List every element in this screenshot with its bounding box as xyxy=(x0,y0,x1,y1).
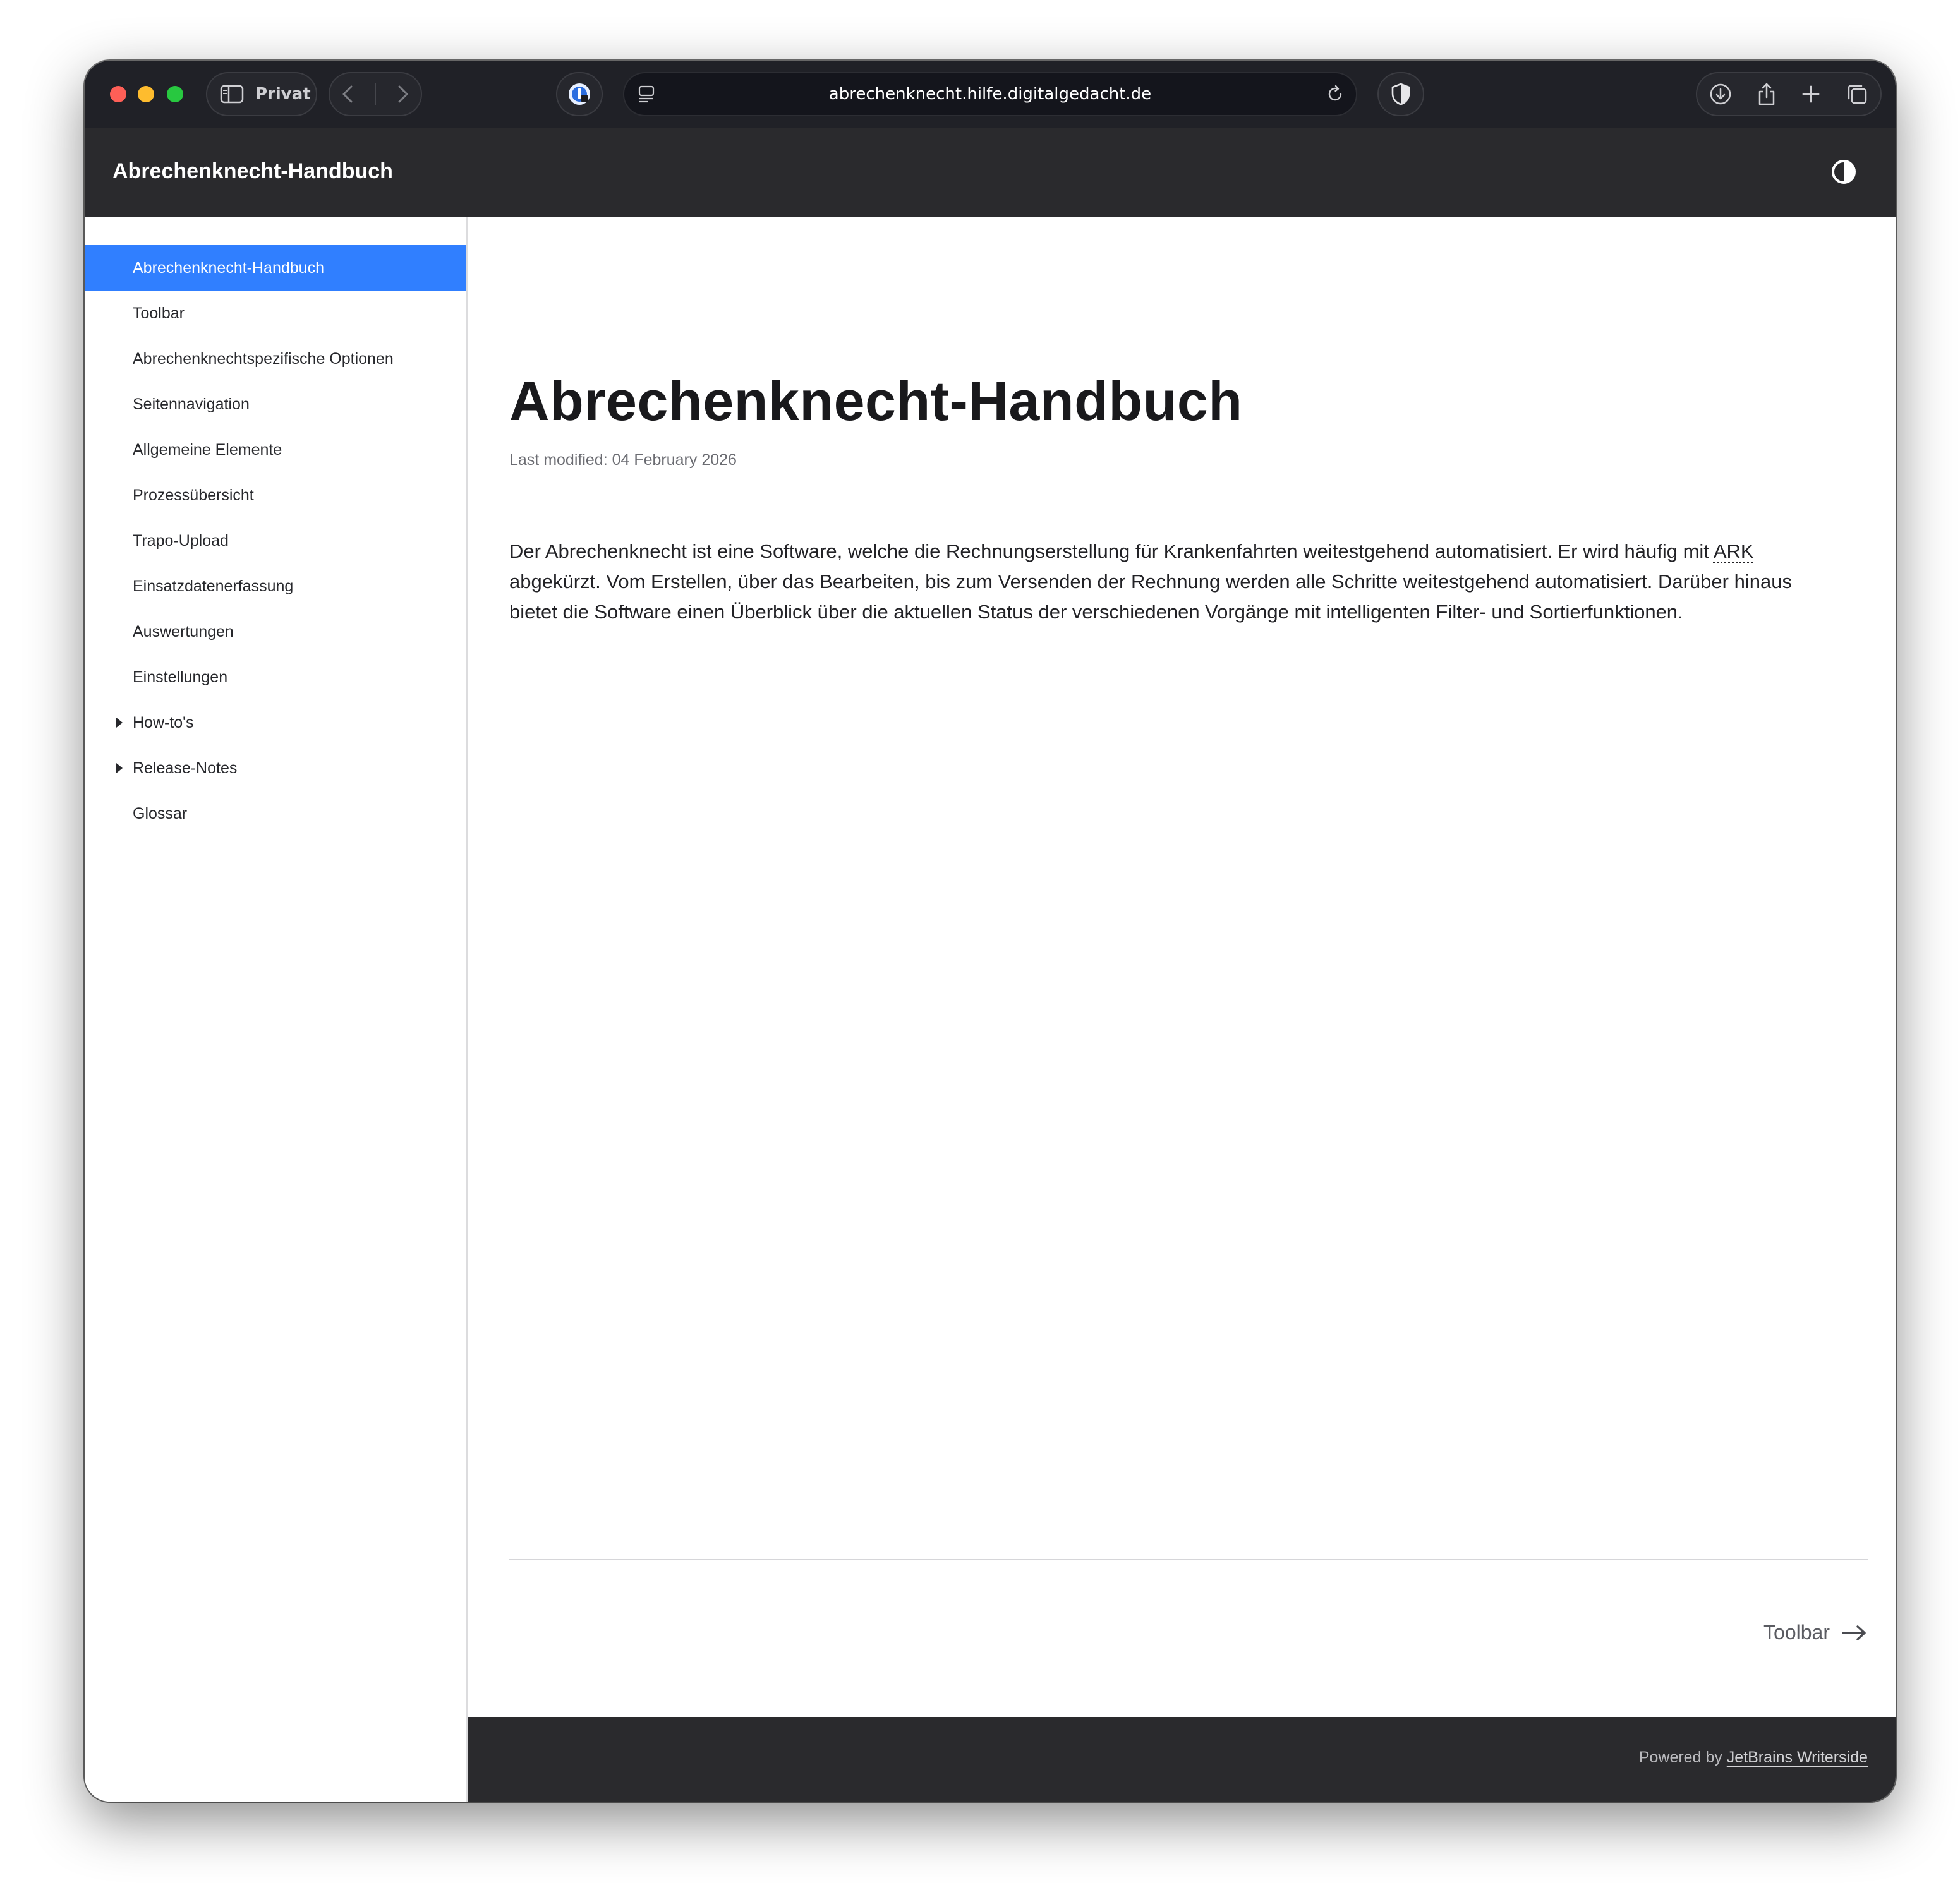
main-content: Abrechenknecht-Handbuch Last modified: 0… xyxy=(468,217,1896,1717)
sidebar-nav: Abrechenknecht-Handbuch Toolbar Abrechen… xyxy=(85,217,468,1802)
sidebar-item-label: Abrechenknecht-Handbuch xyxy=(133,259,324,277)
sidebar-item-glossar[interactable]: Glossar xyxy=(85,791,466,836)
powered-by: Powered by JetBrains Writerside xyxy=(1639,1749,1868,1767)
sidebar-item-label: Allgemeine Elemente xyxy=(133,441,282,459)
expand-caret-icon[interactable] xyxy=(116,763,123,773)
intro-text-2: abgekürzt. Vom Erstellen, über das Bearb… xyxy=(509,570,1792,623)
sidebar-item-label: Auswertungen xyxy=(133,623,234,641)
new-tab-icon[interactable] xyxy=(1800,83,1822,105)
sidebar-icon xyxy=(220,85,244,104)
zoom-window-button[interactable] xyxy=(167,86,183,102)
close-window-button[interactable] xyxy=(110,86,126,102)
forward-icon[interactable] xyxy=(396,84,411,104)
sidebar-item-einstellungen[interactable]: Einstellungen xyxy=(85,654,466,700)
browser-toolbar: Privat abrechenknecht.hilfe.digitalgedac… xyxy=(85,61,1896,128)
site-footer: Powered by JetBrains Writerside xyxy=(468,1717,1896,1802)
sidebar-item-label: Seitennavigation xyxy=(133,395,250,413)
powered-by-prefix: Powered by xyxy=(1638,1749,1727,1766)
sidebar-item-toolbar[interactable]: Toolbar xyxy=(85,291,466,336)
sidebar-item-release-notes[interactable]: Release-Notes xyxy=(85,745,466,791)
download-icon[interactable] xyxy=(1709,82,1733,106)
sidebar-item-trapo-upload[interactable]: Trapo-Upload xyxy=(85,518,466,563)
sidebar-item-label: Einstellungen xyxy=(133,668,228,686)
expand-caret-icon[interactable] xyxy=(116,718,123,728)
content-divider xyxy=(509,1559,1868,1560)
address-bar[interactable]: abrechenknecht.hilfe.digitalgedacht.de xyxy=(623,72,1357,116)
sidebar-item-label: Einsatzdatenerfassung xyxy=(133,577,294,595)
sidebar-item-label: Release-Notes xyxy=(133,759,238,777)
site-header: Abrechenknecht-Handbuch xyxy=(85,128,1896,217)
writerside-link[interactable]: JetBrains Writerside xyxy=(1727,1749,1868,1766)
ark-abbreviation[interactable]: ARK xyxy=(1714,540,1754,562)
site-title-link[interactable]: Abrechenknecht-Handbuch xyxy=(112,159,393,184)
share-icon[interactable] xyxy=(1756,81,1777,107)
sidebar-item-abrechenknechtspezifische-optionen[interactable]: Abrechenknechtspezifische Optionen xyxy=(85,336,466,382)
shield-icon xyxy=(1391,83,1410,105)
sidebar-toggle-button[interactable]: Privat xyxy=(206,72,317,116)
arrow-right-icon xyxy=(1842,1625,1866,1640)
sidebar-item-label: Abrechenknechtspezifische Optionen xyxy=(133,350,394,368)
intro-text-1: Der Abrechenknecht ist eine Software, we… xyxy=(509,540,1714,562)
password-extension-button[interactable] xyxy=(556,72,603,116)
back-icon[interactable] xyxy=(340,84,355,104)
minimize-window-button[interactable] xyxy=(138,86,154,102)
sidebar-item-auswertungen[interactable]: Auswertungen xyxy=(85,609,466,654)
sidebar-item-seitennavigation[interactable]: Seitennavigation xyxy=(85,382,466,427)
navigation-buttons xyxy=(329,72,422,116)
password-manager-icon xyxy=(569,83,590,105)
page-title: Abrechenknecht-Handbuch xyxy=(509,370,1243,432)
sidebar-item-label: Prozessübersicht xyxy=(133,486,254,504)
browser-tools xyxy=(1696,72,1882,116)
sidebar-item-label: Trapo-Upload xyxy=(133,532,229,550)
last-modified: Last modified: 04 February 2026 xyxy=(509,451,737,469)
sidebar-item-abrechenknecht-handbuch[interactable]: Abrechenknecht-Handbuch xyxy=(85,245,466,291)
nav-separator xyxy=(374,83,376,105)
sidebar-item-allgemeine-elemente[interactable]: Allgemeine Elemente xyxy=(85,427,466,472)
url-text: abrechenknecht.hilfe.digitalgedacht.de xyxy=(828,85,1152,104)
sidebar-item-einsatzdatenerfassung[interactable]: Einsatzdatenerfassung xyxy=(85,563,466,609)
sidebar-nav-list: Abrechenknecht-Handbuch Toolbar Abrechen… xyxy=(85,245,466,836)
sidebar-item-how-tos[interactable]: How-to's xyxy=(85,700,466,745)
theme-toggle-icon[interactable] xyxy=(1830,158,1858,186)
privacy-shield-button[interactable] xyxy=(1377,72,1424,116)
sidebar-item-prozessuebersicht[interactable]: Prozessübersicht xyxy=(85,472,466,518)
next-page-link[interactable]: Toolbar xyxy=(1763,1621,1868,1644)
sidebar-item-label: How-to's xyxy=(133,714,194,731)
reload-icon[interactable] xyxy=(1324,83,1346,105)
sidebar-item-label: Glossar xyxy=(133,805,188,822)
page-menu-icon[interactable] xyxy=(636,83,657,105)
sidebar-item-label: Toolbar xyxy=(133,304,185,322)
tab-overview-icon[interactable] xyxy=(1845,82,1869,106)
browser-window: Privat abrechenknecht.hilfe.digitalgedac… xyxy=(85,61,1896,1802)
next-page-label: Toolbar xyxy=(1763,1621,1830,1644)
intro-paragraph: Der Abrechenknecht ist eine Software, we… xyxy=(509,536,1842,627)
private-mode-label: Privat xyxy=(255,85,311,104)
